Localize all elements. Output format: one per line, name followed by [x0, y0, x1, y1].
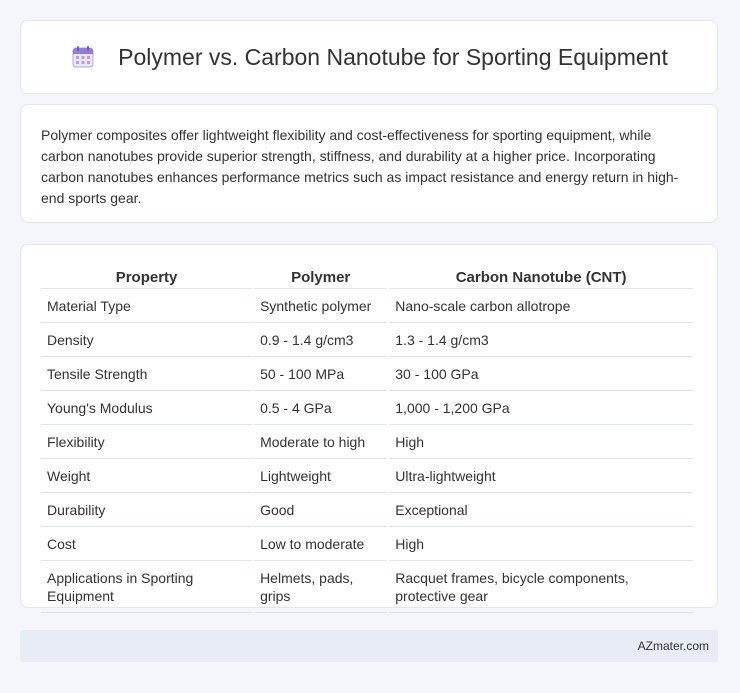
- header-card: Polymer vs. Carbon Nanotube for Sporting…: [20, 20, 718, 94]
- column-header-cnt: Carbon Nanotube (CNT): [389, 265, 693, 289]
- table-cell: 50 - 100 MPa: [254, 357, 388, 391]
- table-cell: Ultra-lightweight: [389, 459, 693, 493]
- column-header-property: Property: [41, 265, 253, 289]
- table-cell: Weight: [41, 459, 253, 493]
- table-cell: Exceptional: [389, 493, 693, 527]
- column-header-polymer: Polymer: [254, 265, 388, 289]
- table-cell: Durability: [41, 493, 253, 527]
- table-cell: 0.9 - 1.4 g/cm3: [254, 323, 388, 357]
- table-cell: 1.3 - 1.4 g/cm3: [389, 323, 693, 357]
- table-cell: 0.5 - 4 GPa: [254, 391, 388, 425]
- table-cell: Tensile Strength: [41, 357, 253, 391]
- table-cell: Moderate to high: [254, 425, 388, 459]
- table-row: Young's Modulus 0.5 - 4 GPa 1,000 - 1,20…: [41, 391, 693, 425]
- table-row: Tensile Strength 50 - 100 MPa 30 - 100 G…: [41, 357, 693, 391]
- intro-text: Polymer composites offer lightweight fle…: [41, 127, 679, 206]
- table-row: Flexibility Moderate to high High: [41, 425, 693, 459]
- table-cell: Young's Modulus: [41, 391, 253, 425]
- table-cell: Density: [41, 323, 253, 357]
- header-inner: Polymer vs. Carbon Nanotube for Sporting…: [70, 44, 668, 71]
- footer-source: AZmater.com: [637, 639, 709, 653]
- table-row: Applications in Sporting Equipment Helme…: [41, 561, 693, 613]
- table-row: Weight Lightweight Ultra-lightweight: [41, 459, 693, 493]
- table-cell: Applications in Sporting Equipment: [41, 561, 253, 613]
- footer: AZmater.com: [20, 630, 718, 662]
- table-cell: Helmets, pads, grips: [254, 561, 388, 613]
- table-header-row: Property Polymer Carbon Nanotube (CNT): [41, 265, 693, 289]
- table-row: Durability Good Exceptional: [41, 493, 693, 527]
- table-cell: Lightweight: [254, 459, 388, 493]
- table-cell: Cost: [41, 527, 253, 561]
- table-cell: High: [389, 527, 693, 561]
- table-cell: Material Type: [41, 289, 253, 323]
- table-cell: Nano-scale carbon allotrope: [389, 289, 693, 323]
- table-cell: Racquet frames, bicycle components, prot…: [389, 561, 693, 613]
- table-cell: High: [389, 425, 693, 459]
- calendar-icon: [70, 44, 96, 70]
- table-cell: 30 - 100 GPa: [389, 357, 693, 391]
- table-cell: Low to moderate: [254, 527, 388, 561]
- intro-card: Polymer composites offer lightweight fle…: [20, 104, 718, 223]
- comparison-table-card: Property Polymer Carbon Nanotube (CNT) M…: [20, 244, 718, 613]
- table-row: Material Type Synthetic polymer Nano-sca…: [41, 289, 693, 323]
- page-title: Polymer vs. Carbon Nanotube for Sporting…: [118, 43, 668, 70]
- table-row: Cost Low to moderate High: [41, 527, 693, 561]
- table-cell: 1,000 - 1,200 GPa: [389, 391, 693, 425]
- table-cell: Synthetic polymer: [254, 289, 388, 323]
- table-cell: Flexibility: [41, 425, 253, 459]
- table-cell: Good: [254, 493, 388, 527]
- table-row: Density 0.9 - 1.4 g/cm3 1.3 - 1.4 g/cm3: [41, 323, 693, 357]
- comparison-table: Property Polymer Carbon Nanotube (CNT) M…: [39, 265, 695, 613]
